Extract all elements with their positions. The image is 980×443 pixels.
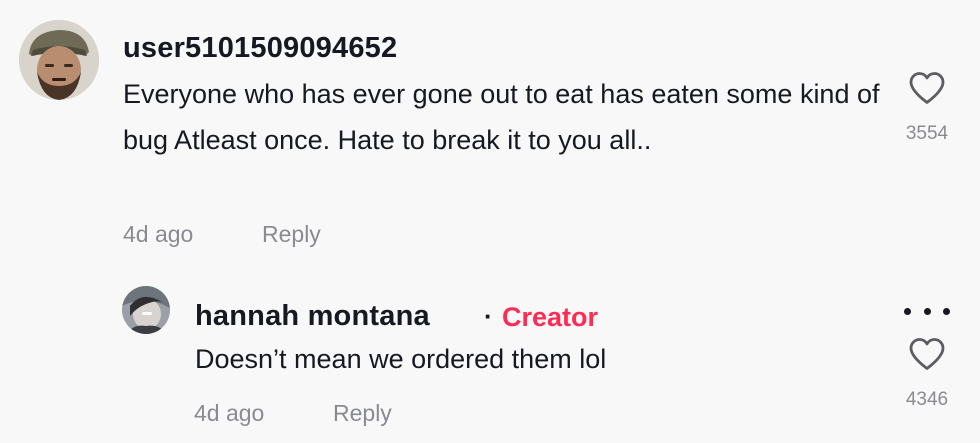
comment-text: Everyone who has ever gone out to eat ha…	[123, 79, 880, 155]
reply-timestamp: 4d ago	[194, 400, 265, 426]
more-horizontal-icon	[943, 307, 950, 315]
like-count: 4346	[905, 389, 949, 410]
more-horizontal-icon	[904, 307, 911, 315]
heart-outline-icon[interactable]	[908, 337, 946, 371]
reply-button[interactable]: Reply	[262, 220, 321, 248]
comment-username[interactable]: user5101509094652	[123, 31, 397, 65]
separator-dot: ·	[484, 301, 493, 331]
avatar[interactable]	[122, 286, 170, 334]
heart-outline-icon[interactable]	[908, 71, 946, 105]
comments-section: user5101509094652 Everyone who has ever …	[0, 0, 980, 443]
creator-badge: Creator	[502, 302, 599, 332]
more-options-button[interactable]	[904, 300, 950, 322]
reply-username[interactable]: hannah montana	[195, 299, 430, 333]
comment-timestamp: 4d ago	[123, 221, 194, 247]
more-horizontal-icon	[923, 307, 931, 315]
avatar[interactable]	[19, 20, 99, 100]
reply-button[interactable]: Reply	[333, 399, 392, 427]
reply-text: Doesn’t mean we ordered them lol	[195, 344, 607, 374]
like-count: 3554	[905, 123, 949, 144]
